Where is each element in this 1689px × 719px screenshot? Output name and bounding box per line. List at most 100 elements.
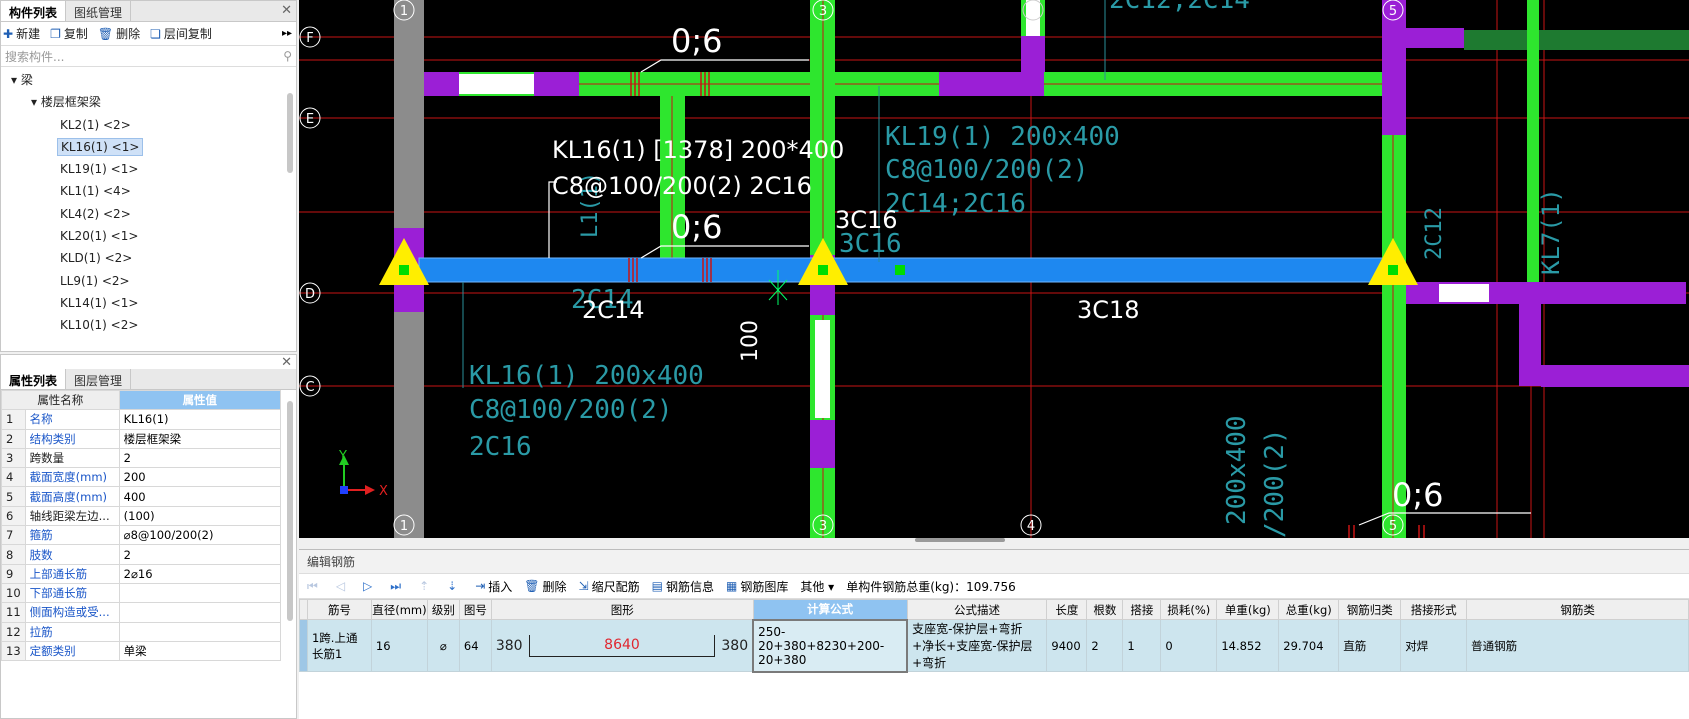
cell-category[interactable]: 直筋 <box>1338 619 1402 672</box>
insert-button[interactable]: ⇥ 插入 <box>475 578 512 595</box>
tree-item[interactable]: KL14(1) <1> <box>1 292 296 314</box>
property-value[interactable]: (100) <box>118 505 282 527</box>
property-value[interactable]: 200 <box>118 467 282 488</box>
property-value[interactable]: 楼层框架梁 <box>118 428 282 449</box>
property-row[interactable]: 12 拉筋 <box>1 621 282 642</box>
property-value[interactable] <box>118 621 282 642</box>
rebar-library-button[interactable]: ▦ 钢筋图库 <box>726 578 788 595</box>
column-header[interactable]: 计算公式 <box>752 599 908 620</box>
close-icon[interactable]: ✕ <box>281 355 292 370</box>
rebar-info-button[interactable]: ▤ 钢筋信息 <box>652 578 714 595</box>
property-scrollbar[interactable] <box>287 401 293 621</box>
property-value[interactable]: KL16(1) <box>118 409 282 430</box>
column-header[interactable]: 总重(kg) <box>1278 599 1340 620</box>
floor-copy-button[interactable]: ❏ 层间复制 <box>150 25 212 42</box>
property-row[interactable]: 9 上部通长筋 2⌀16 <box>1 563 282 584</box>
column-header[interactable]: 损耗(%) <box>1160 599 1218 620</box>
column-header[interactable]: 图形 <box>490 599 754 620</box>
property-value[interactable]: 单梁 <box>118 640 282 662</box>
property-value[interactable] <box>118 602 282 623</box>
tree-item[interactable]: KL4(2) <2> <box>1 203 296 225</box>
cell-unit-weight[interactable]: 14.852 <box>1216 619 1280 672</box>
column-header[interactable]: 级别 <box>426 599 460 620</box>
tab-drawing-manager[interactable]: 图纸管理 <box>66 1 132 21</box>
property-row[interactable]: 1 名称 KL16(1) <box>1 409 282 430</box>
column-header[interactable]: 直径(mm) <box>370 599 428 620</box>
last-record-icon[interactable]: ⏭ <box>390 579 401 594</box>
column-header[interactable]: 单重(kg) <box>1216 599 1280 620</box>
more-icon[interactable]: ▸▸ <box>282 28 292 39</box>
cell-name[interactable]: 1跨.上通长筋1 <box>306 619 372 672</box>
splitter-handle[interactable] <box>915 538 1005 542</box>
cad-drawing-canvas[interactable]: 1 3 5 1 3 4 5 F E D C KL19(1) 200x400 C8… <box>299 0 1689 538</box>
tree-item[interactable]: KL19(1) <1> <box>1 158 296 180</box>
property-value[interactable] <box>118 582 282 604</box>
cell-shape[interactable]: 380 8640 380 <box>490 619 754 672</box>
tree-item[interactable]: KL20(1) <1> <box>1 225 296 247</box>
property-value[interactable]: 2⌀16 <box>118 563 282 584</box>
tab-property-list[interactable]: 属性列表 <box>1 369 67 389</box>
property-row[interactable]: 8 肢数 2 <box>1 544 282 565</box>
property-value[interactable]: 2 <box>118 447 282 469</box>
scale-rebar-button[interactable]: ⇲ 缩尺配筋 <box>579 578 640 595</box>
delete-button[interactable]: 🗑 删除 <box>98 25 140 42</box>
column-header[interactable]: 图号 <box>458 599 492 620</box>
cell-loss[interactable]: 0 <box>1160 619 1218 672</box>
property-row[interactable]: 5 截面高度(mm) 400 <box>1 486 282 507</box>
property-row[interactable]: 4 截面宽度(mm) 200 <box>1 467 282 488</box>
column-header[interactable]: 搭接 <box>1122 599 1162 620</box>
tree-node-frame-beam[interactable]: ▾ 楼层框架梁 <box>1 91 296 113</box>
tree-item[interactable]: KLD(1) <2> <box>1 247 296 269</box>
prev-record-icon[interactable]: ◁ <box>336 579 345 593</box>
table-row[interactable]: 1跨.上通长筋1 16 ⌀ 64 380 8640 380 250-20+380… <box>299 618 1689 673</box>
cell-rebar-type[interactable]: 普通钢筋 <box>1466 619 1689 672</box>
cell-formula[interactable]: 250-20+380+8230+200-20+380 <box>752 618 909 673</box>
column-header[interactable]: 搭接形式 <box>1400 599 1468 620</box>
cell-lap-type[interactable]: 对焊 <box>1400 619 1468 672</box>
tree-item[interactable]: KL16(1) <1> <box>1 136 296 158</box>
delete-button[interactable]: 🗑 删除 <box>524 578 566 595</box>
tab-component-list[interactable]: 构件列表 <box>1 1 67 21</box>
cell-count[interactable]: 2 <box>1086 619 1124 672</box>
property-row[interactable]: 13 定额类别 单梁 <box>1 640 282 662</box>
property-row[interactable]: 11 侧面构造或受... <box>1 602 282 623</box>
tree-item[interactable]: KL2(1) <2> <box>1 114 296 136</box>
cell-lap[interactable]: 1 <box>1122 619 1162 672</box>
copy-button[interactable]: ❐ 复制 <box>50 25 88 42</box>
column-header[interactable]: 筋号 <box>306 599 372 620</box>
column-header[interactable]: 根数 <box>1086 599 1124 620</box>
tree-item[interactable]: LL9(1) <2> <box>1 270 296 292</box>
column-header[interactable]: 公式描述 <box>906 599 1048 620</box>
property-row[interactable]: 3 跨数量 2 <box>1 447 282 469</box>
column-header[interactable]: 长度 <box>1046 599 1088 620</box>
tab-layer-manager[interactable]: 图层管理 <box>66 369 132 389</box>
property-row[interactable]: 7 箍筋 ⌀8@100/200(2) <box>1 525 282 546</box>
property-row[interactable]: 2 结构类别 楼层框架梁 <box>1 428 282 449</box>
cell-total-weight[interactable]: 29.704 <box>1278 619 1340 672</box>
tree-item[interactable]: KL10(1) <2> <box>1 314 296 336</box>
cell-description[interactable]: 支座宽-保护层+弯折+净长+支座宽-保护层+弯折 <box>906 619 1048 672</box>
move-down-icon[interactable]: ⇣ <box>447 579 457 593</box>
move-up-icon[interactable]: ⇡ <box>419 579 429 593</box>
tree-node-beam[interactable]: ▾ 梁 <box>1 69 296 91</box>
cell-length[interactable]: 9400 <box>1046 619 1088 672</box>
close-icon[interactable]: ✕ <box>281 3 292 18</box>
property-row[interactable]: 6 轴线距梁左边... (100) <box>1 505 282 527</box>
new-button[interactable]: ✚ 新建 <box>3 25 40 42</box>
column-header[interactable]: 钢筋类 <box>1466 599 1689 620</box>
component-search-input[interactable]: 搜索构件... ⚲ <box>1 46 296 67</box>
property-value[interactable]: ⌀8@100/200(2) <box>118 525 282 546</box>
first-record-icon[interactable]: ⏮ <box>307 579 318 594</box>
property-value[interactable]: 400 <box>118 486 282 507</box>
cell-figure-no[interactable]: 64 <box>458 619 492 672</box>
next-record-icon[interactable]: ▷ <box>363 579 372 593</box>
cell-diameter[interactable]: 16 <box>370 619 428 672</box>
row-selector[interactable] <box>299 619 308 672</box>
column-header[interactable]: 钢筋归类 <box>1338 599 1402 620</box>
property-row[interactable]: 10 下部通长筋 <box>1 582 282 604</box>
property-value[interactable]: 2 <box>118 544 282 565</box>
cell-grade[interactable]: ⌀ <box>426 619 460 672</box>
other-button[interactable]: 其他 ▾ <box>800 578 834 595</box>
tree-item[interactable]: KL1(1) <4> <box>1 180 296 202</box>
component-scrollbar[interactable] <box>287 93 293 173</box>
